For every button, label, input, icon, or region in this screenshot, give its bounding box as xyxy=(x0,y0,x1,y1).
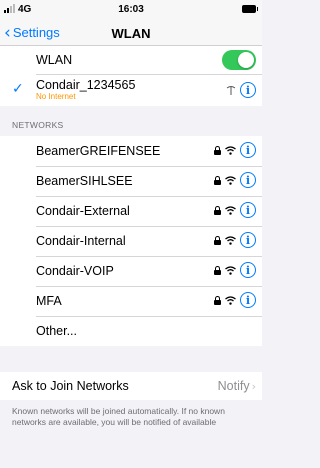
chevron-right-icon: › xyxy=(251,380,256,393)
networks-list: BeamerGREIFENSEE i BeamerSIHLSEE i Conda… xyxy=(0,136,262,346)
network-name: Condair-Internal xyxy=(36,234,126,248)
network-name: Condair-External xyxy=(36,204,130,218)
lock-icon xyxy=(214,205,221,215)
wlan-group: WLAN ✓ Condair_1234565 No Internet i xyxy=(0,46,262,106)
navigation-bar: ‹ Settings WLAN xyxy=(0,20,262,46)
networks-section-header: NETWORKS xyxy=(12,120,64,130)
battery-icon xyxy=(242,5,258,13)
network-name: Condair-VOIP xyxy=(36,264,114,278)
ask-to-join-footer: Known networks will be joined automatica… xyxy=(12,406,225,427)
info-icon[interactable]: i xyxy=(240,172,256,188)
network-row[interactable]: BeamerSIHLSEE i xyxy=(0,166,262,196)
ask-to-join-value: Notify xyxy=(217,379,250,393)
network-row[interactable]: MFA i xyxy=(0,286,262,316)
wifi-icon xyxy=(225,265,236,275)
network-name: BeamerSIHLSEE xyxy=(36,174,133,188)
page-title: WLAN xyxy=(111,26,151,41)
network-row[interactable]: BeamerGREIFENSEE i xyxy=(0,136,262,166)
lock-icon xyxy=(214,265,221,275)
other-network-row[interactable]: Other... xyxy=(0,316,262,346)
info-icon[interactable]: i xyxy=(240,142,256,158)
status-bar: 4G 16:03 xyxy=(0,0,262,20)
wlan-toggle[interactable] xyxy=(222,50,256,70)
connected-network-status: No Internet xyxy=(36,92,76,101)
no-internet-icon xyxy=(226,86,236,95)
wlan-label: WLAN xyxy=(36,53,73,67)
wifi-icon xyxy=(225,175,236,185)
network-row[interactable]: Condair-External i xyxy=(0,196,262,226)
network-row[interactable]: Condair-VOIP i xyxy=(0,256,262,286)
network-row[interactable]: Condair-Internal i xyxy=(0,226,262,256)
wlan-toggle-row: WLAN xyxy=(0,46,262,74)
info-icon[interactable]: i xyxy=(240,292,256,308)
lock-icon xyxy=(214,175,221,185)
lock-icon xyxy=(214,295,221,305)
status-time: 16:03 xyxy=(118,4,144,15)
wifi-icon xyxy=(225,205,236,215)
other-network-label: Other... xyxy=(36,324,77,338)
connected-network-row[interactable]: ✓ Condair_1234565 No Internet i xyxy=(0,74,262,106)
info-icon[interactable]: i xyxy=(240,232,256,248)
network-name: MFA xyxy=(36,294,62,308)
wifi-icon xyxy=(225,145,236,155)
info-icon[interactable]: i xyxy=(240,82,256,98)
ask-to-join-group: Ask to Join Networks Notify › xyxy=(0,372,262,400)
lock-icon xyxy=(214,235,221,245)
wifi-icon xyxy=(225,235,236,245)
info-icon[interactable]: i xyxy=(240,202,256,218)
info-icon[interactable]: i xyxy=(240,262,256,278)
connected-network-name: Condair_1234565 xyxy=(36,78,136,92)
checkmark-icon: ✓ xyxy=(12,81,24,97)
network-name: BeamerGREIFENSEE xyxy=(36,144,161,158)
ask-to-join-label: Ask to Join Networks xyxy=(12,379,129,393)
wifi-icon xyxy=(225,295,236,305)
lock-icon xyxy=(214,145,221,155)
ask-to-join-row[interactable]: Ask to Join Networks Notify › xyxy=(0,372,262,400)
